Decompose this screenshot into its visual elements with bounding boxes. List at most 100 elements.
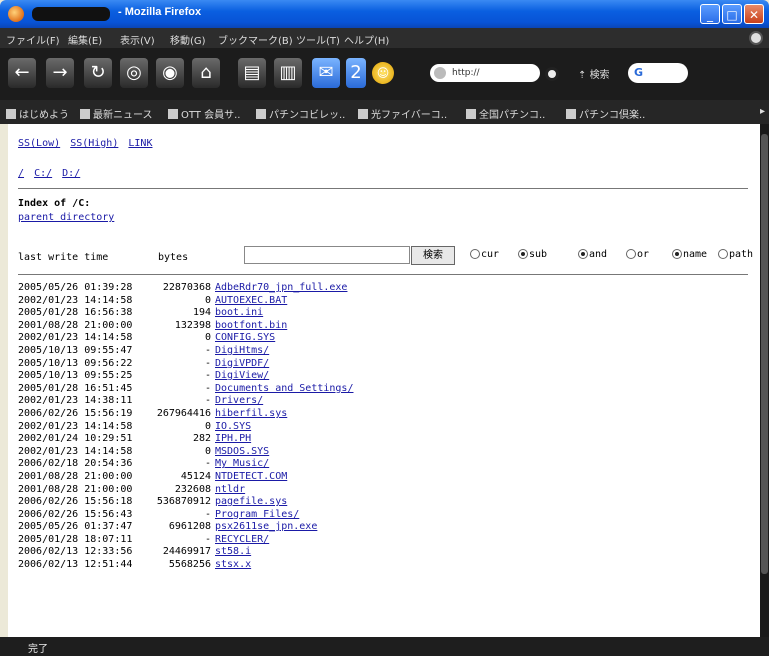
file-time: 2006/02/18 20:54:36 — [18, 458, 133, 470]
history-icon[interactable]: ▤ — [238, 58, 266, 88]
home-icon[interactable]: ⌂ — [192, 58, 220, 88]
bookmark-item[interactable]: OTT 会員サ.. — [168, 106, 240, 121]
mail-icon[interactable]: ✉ — [312, 58, 340, 88]
file-link[interactable]: IPH.PH — [215, 433, 251, 444]
back-icon[interactable]: ← — [8, 58, 36, 88]
parent-directory-link[interactable]: parent directory — [18, 212, 114, 223]
minimize-button[interactable]: _ — [700, 4, 720, 24]
drive-links: / C:/ D:/ — [18, 168, 84, 179]
file-size: 6961208 — [168, 521, 211, 533]
file-link[interactable]: st58.i — [215, 546, 251, 557]
file-size: 282 — [192, 433, 211, 445]
bookmark-item[interactable]: 最新ニュース — [80, 106, 153, 121]
file-link[interactable]: stsx.x — [215, 559, 251, 570]
file-link[interactable]: boot.ini — [215, 307, 263, 318]
radio-dot — [718, 249, 728, 259]
chevron-right-icon[interactable]: ▸ — [760, 106, 765, 117]
menu-bookmarks[interactable]: ブックマーク(B) — [218, 32, 293, 47]
file-time: 2002/01/23 14:14:58 — [18, 294, 133, 306]
table-row: 2006/02/13 12:33:56 24469917 st58.i — [18, 546, 353, 559]
search-engine-box[interactable]: G — [628, 63, 688, 83]
radio-cur[interactable]: cur — [470, 249, 499, 260]
radio-or[interactable]: or — [626, 249, 649, 260]
file-link[interactable]: DigiView/ — [215, 370, 269, 381]
radio-sub[interactable]: sub — [518, 249, 547, 260]
file-link[interactable]: pagefile.sys — [215, 496, 287, 507]
search-button[interactable]: 検索 — [411, 246, 455, 265]
link-drive-d[interactable]: D:/ — [62, 168, 80, 179]
file-link[interactable]: psx2611se_jpn.exe — [215, 521, 317, 532]
file-link[interactable]: hiberfil.sys — [215, 408, 287, 419]
link-drive-c[interactable]: C:/ — [34, 168, 52, 179]
menu-go[interactable]: 移動(G) — [170, 32, 206, 47]
file-size: 0 — [204, 332, 211, 344]
file-time: 2002/01/23 14:14:58 — [18, 420, 133, 432]
print-icon[interactable]: ▥ — [274, 58, 302, 88]
file-link[interactable]: Drivers/ — [215, 395, 263, 406]
scrollbar[interactable] — [760, 124, 769, 637]
radio-name[interactable]: name — [672, 249, 707, 260]
file-time: 2006/02/26 15:56:18 — [18, 496, 133, 508]
file-size: 232608 — [174, 483, 211, 495]
table-row: 2002/01/23 14:14:58 0 CONFIG.SYS — [18, 332, 353, 345]
radio-dot — [578, 249, 588, 259]
link-ss-high[interactable]: SS(High) — [70, 138, 118, 149]
file-link[interactable]: DigiVPDF/ — [215, 358, 269, 369]
reload-icon[interactable]: ↻ — [84, 58, 112, 88]
radio-and[interactable]: and — [578, 249, 607, 260]
radio-path[interactable]: path — [718, 249, 753, 260]
file-time: 2006/02/26 15:56:19 — [18, 407, 133, 419]
table-row: 2006/02/26 15:56:18 536870912 pagefile.sys — [18, 496, 353, 509]
file-link[interactable]: DigiHtms/ — [215, 345, 269, 356]
go-icon[interactable] — [545, 67, 559, 81]
file-link[interactable]: NTDETECT.COM — [215, 471, 287, 482]
bookmark-icon — [256, 109, 266, 119]
table-row: 2005/10/13 09:55:25 - DigiView/ — [18, 370, 353, 383]
file-link[interactable]: MSDOS.SYS — [215, 446, 269, 457]
link-link[interactable]: LINK — [128, 138, 152, 149]
file-time: 2002/01/23 14:38:11 — [18, 395, 133, 407]
file-link[interactable]: CONFIG.SYS — [215, 332, 275, 343]
file-link[interactable]: AUTOEXEC.BAT — [215, 295, 287, 306]
window-title: - Mozilla Firefox — [118, 6, 202, 18]
bookmark-item[interactable]: パチンコ倶楽.. — [566, 106, 645, 121]
smiley-icon[interactable]: ☺ — [372, 62, 394, 84]
radio-dot — [518, 249, 528, 259]
radio-dot — [626, 249, 636, 259]
url-bar[interactable]: http:// — [430, 64, 540, 82]
stop-icon[interactable]: ◎ — [120, 58, 148, 88]
link-ss-low[interactable]: SS(Low) — [18, 138, 60, 149]
bookmark-item[interactable]: 全国パチンコ.. — [466, 106, 545, 121]
menu-edit[interactable]: 編集(E) — [68, 32, 102, 47]
bookmark-item[interactable]: 光ファイバーコ.. — [358, 106, 447, 121]
file-link[interactable]: Documents and Settings/ — [215, 383, 353, 394]
forward-icon[interactable]: → — [46, 58, 74, 88]
scrollbar-thumb[interactable] — [761, 134, 768, 574]
file-link[interactable]: RECYCLER/ — [215, 534, 269, 545]
file-size: - — [204, 344, 211, 356]
file-link[interactable]: IO.SYS — [215, 421, 251, 432]
close-button[interactable]: ✕ — [744, 4, 764, 24]
link-root[interactable]: / — [18, 168, 24, 179]
radio-dot — [470, 249, 480, 259]
maximize-button[interactable]: □ — [722, 4, 742, 24]
file-size: - — [204, 458, 211, 470]
menu-help[interactable]: ヘルプ(H) — [344, 32, 389, 47]
search-input[interactable] — [244, 246, 410, 264]
menu-view[interactable]: 表示(V) — [120, 32, 155, 47]
file-link[interactable]: AdbeRdr70_jpn_full.exe — [215, 282, 347, 293]
counter-icon[interactable]: 2 — [346, 58, 366, 88]
file-link[interactable]: ntldr — [215, 484, 245, 495]
file-link[interactable]: bootfont.bin — [215, 320, 287, 331]
bookmark-item[interactable]: はじめよう — [6, 106, 69, 121]
navigation-toolbar: ← → ↻ ◎ ◉ ⌂ ▤ ▥ ✉ 2 ☺ http:// ⇡ 検索 G — [0, 48, 769, 100]
file-link[interactable]: Program Files/ — [215, 509, 299, 520]
file-link[interactable]: My Music/ — [215, 458, 269, 469]
menu-tools[interactable]: ツール(T) — [296, 32, 340, 47]
file-time: 2005/01/28 16:56:38 — [18, 307, 133, 319]
search-controls: last write time bytes 検索 cur sub and or … — [18, 246, 758, 268]
stop-all-icon[interactable]: ◉ — [156, 58, 184, 88]
menu-file[interactable]: ファイル(F) — [6, 32, 60, 47]
bookmark-item[interactable]: パチンコビレッ.. — [256, 106, 345, 121]
table-row: 2006/02/18 20:54:36 - My Music/ — [18, 458, 353, 471]
